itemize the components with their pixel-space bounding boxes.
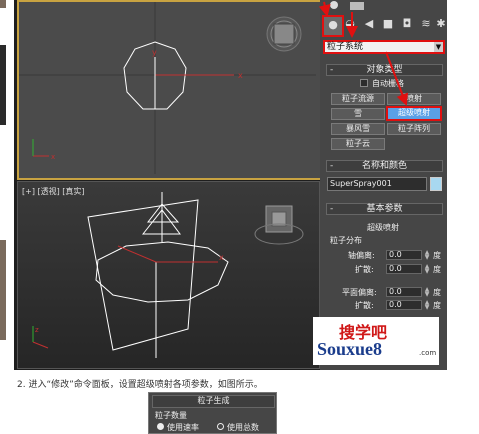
top-view-drawing: x y x xyxy=(19,2,316,174)
panel-tab-icons xyxy=(330,1,364,10)
button-parray[interactable]: 粒子阵列 xyxy=(387,123,441,135)
plane-offset-input[interactable]: 0.0 xyxy=(386,287,422,297)
axis-offset-input[interactable]: 0.0 xyxy=(386,250,422,260)
lights-icon[interactable]: ◀ xyxy=(361,16,377,32)
geometry-icon[interactable]: ● xyxy=(322,15,344,37)
unit-label: 度 xyxy=(433,265,441,274)
shapes-icon[interactable]: ◒ xyxy=(342,16,358,32)
spinner-arrows-icon[interactable]: ▲ ▼ xyxy=(424,264,430,275)
svg-text:x: x xyxy=(51,153,55,161)
radio-use-total[interactable] xyxy=(217,423,224,430)
helpers-icon[interactable]: ◘ xyxy=(399,16,415,32)
spread-input[interactable]: 0.0 xyxy=(386,300,422,310)
rollout-object-type[interactable]: - 对象类型 xyxy=(326,64,443,76)
button-blizzard[interactable]: 暴风雪 xyxy=(331,123,385,135)
viewport-top[interactable]: x y x xyxy=(17,0,322,180)
group-particle-distribution: 粒子分布 xyxy=(330,236,362,245)
spinner-arrows-icon[interactable]: ▲ ▼ xyxy=(424,300,430,311)
spacewarps-icon[interactable]: ≋ xyxy=(418,16,434,32)
rollout-title: 名称和颜色 xyxy=(361,161,407,171)
minus-icon: - xyxy=(330,161,334,171)
unit-label: 度 xyxy=(433,251,441,260)
spread-label: 扩散: xyxy=(355,301,374,310)
spinner-arrows-icon[interactable]: ▲ ▼ xyxy=(424,287,430,298)
spread-input[interactable]: 0.0 xyxy=(386,264,422,274)
cameras-icon[interactable]: ■ xyxy=(380,16,396,32)
svg-text:x: x xyxy=(238,71,243,80)
rollout-name-color[interactable]: - 名称和颜色 xyxy=(326,160,443,172)
thumbnail-strip xyxy=(0,0,6,8)
button-pcloud[interactable]: 粒子云 xyxy=(331,138,385,150)
button-super-spray[interactable]: 超级喷射 xyxy=(386,106,442,121)
button-particle-flow[interactable]: 粒子流源 xyxy=(331,93,385,105)
spread-label: 扩散: xyxy=(355,265,374,274)
command-panel: ● ◒ ◀ ■ ◘ ≋ ✱ 粒子系统 ▼ - 对象类型 自动栅格 粒子流源 喷射… xyxy=(320,0,447,370)
auto-grid-label: 自动栅格 xyxy=(372,79,404,88)
rollout-particle-generation[interactable]: 粒子生成 xyxy=(152,395,275,408)
watermark-suffix: .com xyxy=(419,349,437,357)
thumbnail-strip xyxy=(0,45,6,125)
object-name-input[interactable]: SuperSpray001 xyxy=(327,177,427,191)
step-caption: 2. 进入“修改”命令面板，设置超级喷射各项参数，如图所示。 xyxy=(17,380,263,390)
use-total-label: 使用总数 xyxy=(227,423,259,432)
auto-grid-checkbox[interactable] xyxy=(360,79,368,87)
unit-label: 度 xyxy=(433,301,441,310)
use-rate-label: 使用速率 xyxy=(167,423,199,432)
svg-text:x: x xyxy=(219,253,224,262)
category-dropdown[interactable]: 粒子系统 ▼ xyxy=(323,40,445,54)
radio-use-rate[interactable] xyxy=(157,423,164,430)
dropdown-value: 粒子系统 xyxy=(327,42,364,52)
particle-generation-panel: 粒子生成 粒子数量 使用速率 使用总数 xyxy=(148,392,277,434)
svg-text:z: z xyxy=(35,326,39,334)
systems-icon[interactable]: ✱ xyxy=(433,16,447,32)
svg-text:y: y xyxy=(152,48,157,57)
rollout-basic-params[interactable]: - 基本参数 xyxy=(326,203,443,215)
minus-icon: - xyxy=(330,65,334,75)
unit-label: 度 xyxy=(433,288,441,297)
object-color-swatch[interactable] xyxy=(430,177,442,191)
button-spray[interactable]: 喷射 xyxy=(387,93,441,105)
chevron-down-icon[interactable]: ▼ xyxy=(434,42,443,52)
rollout-title: 基本参数 xyxy=(366,204,403,214)
plane-offset-label: 平面偏离: xyxy=(342,288,377,297)
page-left-strip xyxy=(0,0,12,434)
group-particle-quantity: 粒子数量 xyxy=(155,411,187,420)
max-screenshot: x y x [+] [透视] [真实] x z ● ◒ ◀ ■ ◘ ≋ ✱ 粒子… xyxy=(14,0,447,370)
rollout-title: 对象类型 xyxy=(366,65,403,75)
button-snow[interactable]: 雪 xyxy=(331,108,385,120)
spinner-arrows-icon[interactable]: ▲ ▼ xyxy=(424,250,430,261)
axis-offset-label: 轴偏离: xyxy=(348,251,375,260)
params-subtitle: 超级喷射 xyxy=(367,223,399,232)
minus-icon: - xyxy=(330,204,334,214)
thumbnail-strip xyxy=(0,240,6,340)
persp-view-drawing: x z xyxy=(32,192,304,358)
viewport-perspective[interactable]: [+] [透视] [真实] x z xyxy=(17,181,320,369)
watermark-brand: Souxue8 xyxy=(317,339,383,359)
watermark-logo: 搜学吧 Souxue8 .com xyxy=(313,317,439,365)
